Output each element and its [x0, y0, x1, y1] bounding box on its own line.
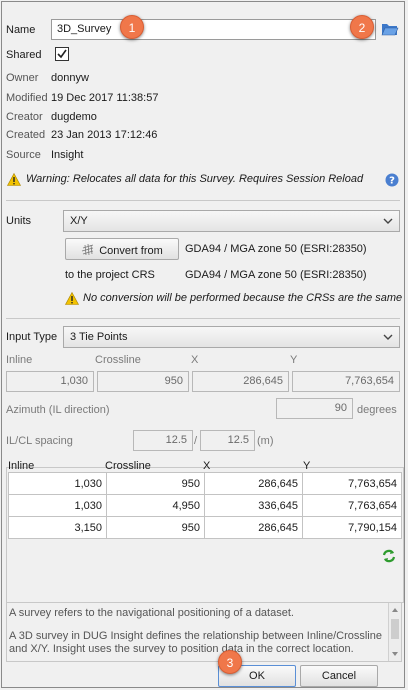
- table-cell[interactable]: 7,763,654: [302, 494, 402, 517]
- source-value: Insight: [51, 149, 84, 161]
- callout-badge-1: 1: [120, 15, 144, 39]
- name-label: Name: [6, 24, 36, 36]
- callout-badge-2: 2: [350, 15, 374, 39]
- table-cell[interactable]: 1,030: [8, 472, 107, 495]
- azimuth-label: Azimuth (IL direction): [6, 404, 110, 416]
- spacing-unit: (m): [257, 435, 274, 447]
- table-cell[interactable]: 7,763,654: [302, 472, 402, 495]
- table-row: 1,030 4,950 336,645 7,763,654: [8, 494, 402, 517]
- il-spacing-field: 12.5: [133, 430, 193, 451]
- convert-from-label: Convert from: [99, 245, 163, 257]
- tie-crossline-header: Crossline: [105, 460, 151, 472]
- globe-grid-icon: [81, 243, 95, 260]
- svg-text:?: ?: [389, 176, 395, 187]
- x-header: X: [191, 354, 199, 366]
- description-paragraph: A survey refers to the navigational posi…: [9, 607, 294, 619]
- input-type-label: Input Type: [6, 331, 58, 343]
- tie-points-panel: Inline Crossline X Y 1,030 950 286,645 7…: [6, 460, 404, 603]
- warning-icon: [6, 172, 22, 186]
- name-field[interactable]: 3D_Survey: [51, 19, 376, 40]
- units-selected-value: X/Y: [70, 215, 88, 227]
- creator-value: dugdemo: [51, 111, 97, 123]
- creator-label: Creator: [6, 111, 43, 123]
- table-row: 3,150 950 286,645 7,790,154: [8, 516, 402, 539]
- cancel-button[interactable]: Cancel: [300, 665, 378, 687]
- table-row: 1,030 950 286,645 7,763,654: [8, 472, 402, 495]
- shared-checkbox[interactable]: [55, 47, 69, 61]
- y-header: Y: [290, 354, 298, 366]
- inline-header: Inline: [6, 354, 33, 366]
- created-label: Created: [6, 129, 46, 141]
- table-cell[interactable]: 4,950: [106, 494, 205, 517]
- x-origin-field: 286,645: [192, 371, 289, 392]
- crossline-header: Crossline: [95, 354, 141, 366]
- table-cell[interactable]: 336,645: [204, 494, 303, 517]
- modified-value: 19 Dec 2017 11:38:57: [51, 92, 159, 104]
- to-project-crs-label: to the project CRS: [65, 269, 155, 281]
- table-cell[interactable]: 3,150: [8, 516, 107, 539]
- crossline-origin-field: 950: [97, 371, 189, 392]
- tie-x-header: X: [203, 460, 211, 472]
- scroll-down-icon[interactable]: [389, 649, 401, 659]
- warning-icon: [64, 291, 80, 305]
- table-cell[interactable]: 950: [106, 516, 205, 539]
- folder-open-icon[interactable]: [381, 21, 399, 37]
- from-crs-value: GDA94 / MGA zone 50 (ESRI:28350): [185, 243, 367, 255]
- table-cell[interactable]: 7,790,154: [302, 516, 402, 539]
- divider-2: [6, 318, 400, 319]
- chevron-down-icon: [383, 334, 393, 340]
- refresh-icon[interactable]: [381, 548, 397, 564]
- description-scrollbar[interactable]: [388, 603, 401, 661]
- callout-badge-3: 3: [218, 650, 242, 674]
- help-icon[interactable]: ?: [385, 173, 399, 187]
- spacing-separator: /: [194, 435, 198, 447]
- table-cell[interactable]: 950: [106, 472, 205, 495]
- divider-1: [6, 200, 400, 201]
- input-type-select[interactable]: 3 Tie Points: [63, 326, 400, 348]
- spacing-label: IL/CL spacing: [6, 435, 73, 447]
- owner-value: donnyw: [51, 72, 89, 84]
- input-type-selected-value: 3 Tie Points: [70, 331, 128, 343]
- scroll-up-icon[interactable]: [389, 605, 401, 615]
- table-cell[interactable]: 286,645: [204, 516, 303, 539]
- azimuth-field: 90: [276, 398, 353, 419]
- convert-from-button[interactable]: Convert from: [65, 238, 179, 260]
- scroll-thumb[interactable]: [391, 619, 399, 639]
- tie-points-table: 1,030 950 286,645 7,763,654 1,030 4,950 …: [8, 472, 402, 539]
- tie-y-header: Y: [303, 460, 311, 472]
- created-value: 23 Jan 2013 17:12:46: [51, 129, 158, 141]
- owner-label: Owner: [6, 72, 39, 84]
- description-panel: A survey refers to the navigational posi…: [6, 602, 402, 662]
- tie-inline-header: Inline: [8, 460, 35, 472]
- shared-label: Shared: [6, 49, 42, 61]
- azimuth-unit: degrees: [357, 404, 397, 416]
- units-select[interactable]: X/Y: [63, 210, 400, 232]
- description-paragraph: A 3D survey in DUG Insight defines the r…: [9, 630, 382, 655]
- survey-dialog: Name 3D_Survey 1 2 Shared Owner donnyw M…: [1, 1, 405, 688]
- cl-spacing-field: 12.5: [200, 430, 255, 451]
- chevron-down-icon: [383, 218, 393, 224]
- y-origin-field: 7,763,654: [292, 371, 400, 392]
- table-cell[interactable]: 286,645: [204, 472, 303, 495]
- relocate-warning-text: Warning: Relocates all data for this Sur…: [26, 173, 364, 185]
- table-cell[interactable]: 1,030: [8, 494, 107, 517]
- source-label: Source: [6, 149, 41, 161]
- to-crs-value: GDA94 / MGA zone 50 (ESRI:28350): [185, 269, 367, 281]
- inline-origin-field: 1,030: [6, 371, 94, 392]
- check-icon: [57, 49, 67, 59]
- modified-label: Modified: [6, 92, 48, 104]
- units-label: Units: [6, 215, 32, 227]
- no-conversion-note: No conversion will be performed because …: [83, 292, 403, 304]
